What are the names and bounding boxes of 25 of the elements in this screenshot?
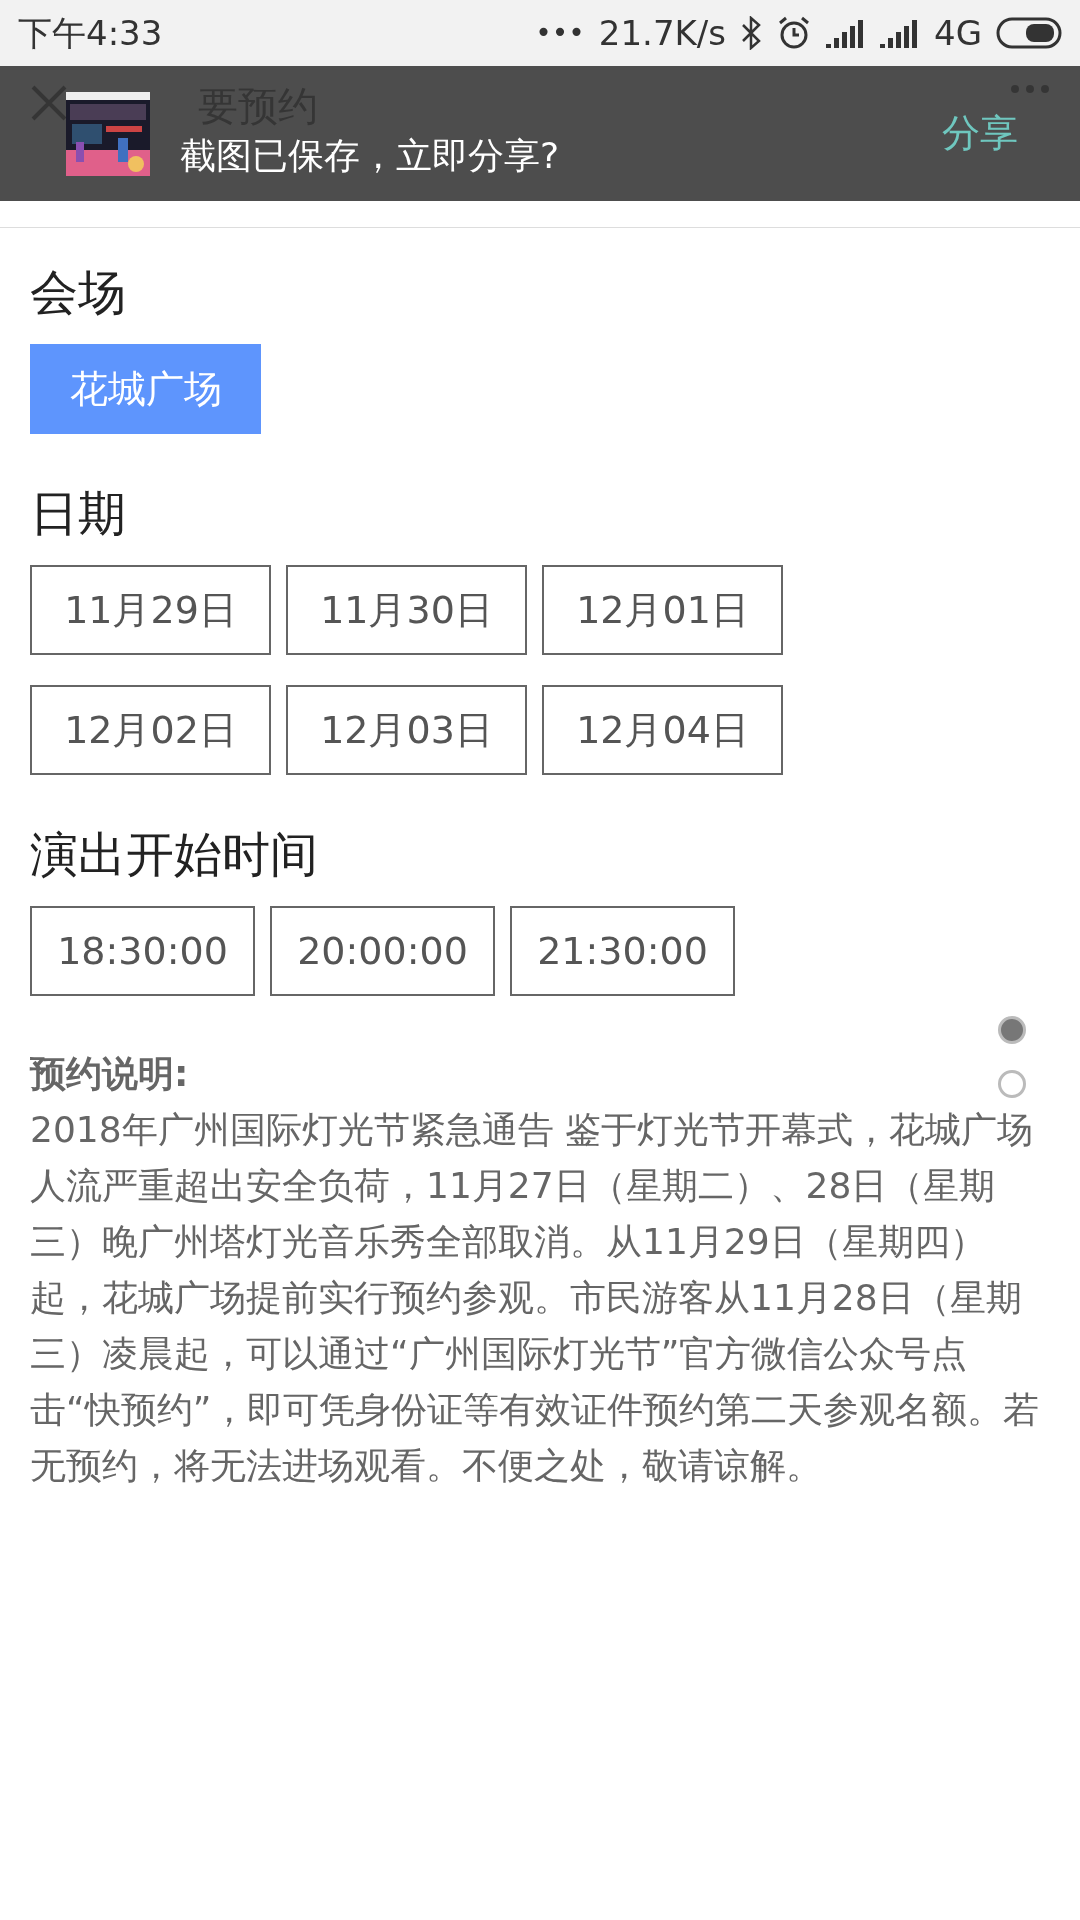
bluetooth-icon [740, 16, 762, 50]
notification-dots: ••• [535, 15, 585, 51]
network-speed: 21.7K/s [598, 11, 726, 55]
signal-icon [826, 18, 866, 48]
notice-text: 2018年广州国际灯光节紧急通告 鉴于灯光节开幕式，花城广场人流严重超出安全负荷，11月27日（星期二）、28日（星期三）晚广州塔灯光音乐秀全部取消。从11月29日（星期四）起，花城广场提前实行预约参观。市民游客从11月28日（星期三）凌晨起，可以通过“广州国际灯光节”官方微信公众号点击“快预约”，即可凭身份证等有效证件预约第二天参观名额。若无预约，将无法进场观看。不便之处，敬请谅解。 [30, 1108, 1041, 1488]
option-button[interactable]: 12月04日 [542, 685, 783, 775]
network-type: 4G [934, 11, 982, 55]
section-title: 日期 [30, 489, 127, 537]
option-button[interactable]: 20:00:00 [270, 906, 495, 996]
notice-title: 预约说明: [30, 1052, 189, 1096]
battery-icon [996, 17, 1062, 49]
option-button[interactable]: 11月29日 [30, 565, 271, 655]
clock: 下午4:33 [18, 11, 163, 55]
option-button[interactable]: 11月30日 [286, 565, 527, 655]
option-button[interactable]: 12月01日 [542, 565, 783, 655]
option-button[interactable]: 12月02日 [30, 685, 271, 775]
share-link[interactable]: 分享 [942, 105, 1018, 162]
toast-message: 截图已保存，立即分享? [180, 133, 560, 178]
signal-icon [880, 18, 920, 48]
option-button[interactable]: 12月03日 [286, 685, 527, 775]
section-title: 会场 [30, 268, 127, 316]
option-button[interactable]: 21:30:00 [510, 906, 735, 996]
option-button[interactable]: 18:30:00 [30, 906, 255, 996]
alarm-icon [776, 15, 812, 51]
section-title: 演出开始时间 [30, 830, 319, 878]
